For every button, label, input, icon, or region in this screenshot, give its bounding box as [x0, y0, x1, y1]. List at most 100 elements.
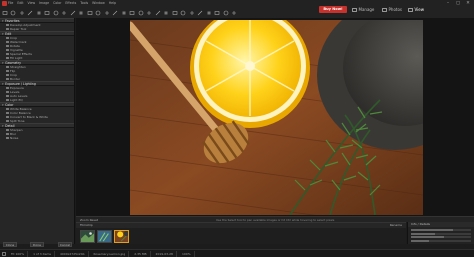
menu-file[interactable]: File [8, 1, 13, 6]
tool-icon [6, 98, 9, 102]
zoom-out-icon[interactable] [69, 9, 76, 16]
menu-bar: File Edit View Image Color Effects Tools Window… [8, 1, 116, 6]
menu-tools[interactable]: Tools [80, 1, 88, 6]
heal-icon[interactable] [154, 9, 161, 16]
rotate-left-icon[interactable] [44, 9, 51, 16]
top-bar: File Edit View Image Color Effects Tools Window… [0, 0, 474, 18]
tool-icon [6, 36, 9, 40]
info-bar-fill [411, 229, 453, 231]
tab-manage[interactable]: Manage [352, 6, 374, 13]
panel-item-label: Fill Light [10, 56, 23, 60]
compare-icon[interactable] [95, 9, 102, 16]
thumb-lemon[interactable] [114, 230, 129, 243]
wand-icon[interactable] [188, 9, 195, 16]
minimize-icon[interactable]: – [444, 1, 452, 7]
actual-size-icon[interactable] [86, 9, 93, 16]
status-segment: 2019-03-28 [153, 250, 177, 257]
rotate-right-icon[interactable] [52, 9, 59, 16]
gradient-icon[interactable] [137, 9, 144, 16]
fit-icon[interactable] [78, 9, 85, 16]
status-segment: Fit 100% [8, 250, 29, 257]
panel-group-title: Detail [5, 124, 15, 128]
tool-icon [6, 115, 9, 119]
select-icon[interactable] [171, 9, 178, 16]
menu-edit[interactable]: Edit [17, 1, 23, 6]
tool-icon [6, 40, 9, 44]
tool-icon [6, 107, 9, 111]
menu-color[interactable]: Color [53, 1, 61, 6]
menu-help[interactable]: Help [109, 1, 116, 6]
menu-view[interactable]: View [28, 1, 36, 6]
crop-icon[interactable] [35, 9, 42, 16]
tool-icon [6, 65, 9, 69]
status-segment: 4000x2725x24b [57, 250, 89, 257]
photo-lemon-honey-dipper [130, 20, 423, 215]
tool-icon [6, 77, 9, 81]
chevron-down-icon: ▾ [2, 19, 4, 23]
tool-icon [6, 132, 9, 136]
done-button[interactable]: Done [30, 242, 44, 247]
hand-icon[interactable] [197, 9, 204, 16]
toolbar [1, 8, 238, 17]
curves-icon[interactable] [222, 9, 229, 16]
red-eye-icon[interactable] [163, 9, 170, 16]
clone-button[interactable]: Clone [3, 242, 17, 247]
panel-group-title: Color [5, 103, 14, 107]
text-icon[interactable] [120, 9, 127, 16]
redo-icon[interactable] [27, 9, 34, 16]
chevron-down-icon: ▾ [2, 32, 4, 36]
close-icon[interactable]: ✕ [464, 1, 472, 7]
settings-icon[interactable] [231, 9, 238, 16]
chevron-down-icon: ▾ [2, 82, 4, 86]
main-photo[interactable] [130, 20, 423, 215]
thumb-herbs[interactable] [80, 230, 95, 243]
tab-photos-label: Photos [388, 7, 403, 12]
tool-icon [6, 69, 9, 73]
tool-icon [6, 23, 9, 27]
panel-group-geometry: ▾ Geometry Straighten Flip Crop Border [0, 60, 74, 81]
tool-icon [6, 27, 9, 31]
save-icon[interactable] [10, 9, 17, 16]
tool-icon [6, 119, 9, 123]
zoom-in-icon[interactable] [61, 9, 68, 16]
tool-icon [6, 52, 9, 56]
menu-image[interactable]: Image [39, 1, 49, 6]
lasso-icon[interactable] [180, 9, 187, 16]
panel-group-title: Exposure / Lighting [5, 82, 36, 86]
info-bar-track [411, 232, 471, 235]
menu-effects[interactable]: Effects [65, 1, 76, 6]
panel-item-label: Repair Tool [10, 27, 27, 31]
tab-photos[interactable]: Photos [382, 6, 402, 13]
open-icon[interactable] [1, 9, 8, 16]
cancel-button[interactable]: Cancel [58, 242, 72, 247]
image-viewer[interactable] [76, 18, 474, 216]
panel-group-edit: ▾ Edit Crop Watermark Rotate Vignette Special … [0, 31, 74, 60]
rename-button[interactable]: Rename [390, 223, 402, 228]
tab-view[interactable]: View [408, 6, 424, 13]
eyedropper-icon[interactable] [205, 9, 212, 16]
panel-item[interactable]: Noise [0, 136, 74, 140]
eraser-icon[interactable] [112, 9, 119, 16]
view-icon [408, 7, 413, 12]
tool-icon [6, 56, 9, 60]
shape-icon[interactable] [129, 9, 136, 16]
app-icon [2, 1, 7, 6]
tool-icon [6, 48, 9, 52]
adjustments-panel: ▾ Favorites Develop Adjustment Repair Tool ▾… [0, 18, 75, 244]
info-bar-fill [411, 236, 444, 238]
info-bar-track [411, 236, 471, 238]
menu-window[interactable]: Window [92, 1, 105, 6]
undo-icon[interactable] [18, 9, 25, 16]
clone-icon[interactable] [146, 9, 153, 16]
tool-icon [6, 111, 9, 115]
folder-icon[interactable] [2, 251, 6, 256]
info-panel: Info / Details [407, 222, 474, 244]
panel-item-label: Noise [10, 136, 19, 140]
info-bar-track [411, 229, 471, 231]
panel-group-title: Edit [5, 32, 12, 36]
levels-icon[interactable] [214, 9, 221, 16]
brush-icon[interactable] [103, 9, 110, 16]
maximize-icon[interactable]: ▢ [454, 1, 462, 7]
buy-now-button[interactable]: Buy Now! [319, 6, 347, 13]
thumb-rosemary[interactable] [97, 230, 112, 243]
